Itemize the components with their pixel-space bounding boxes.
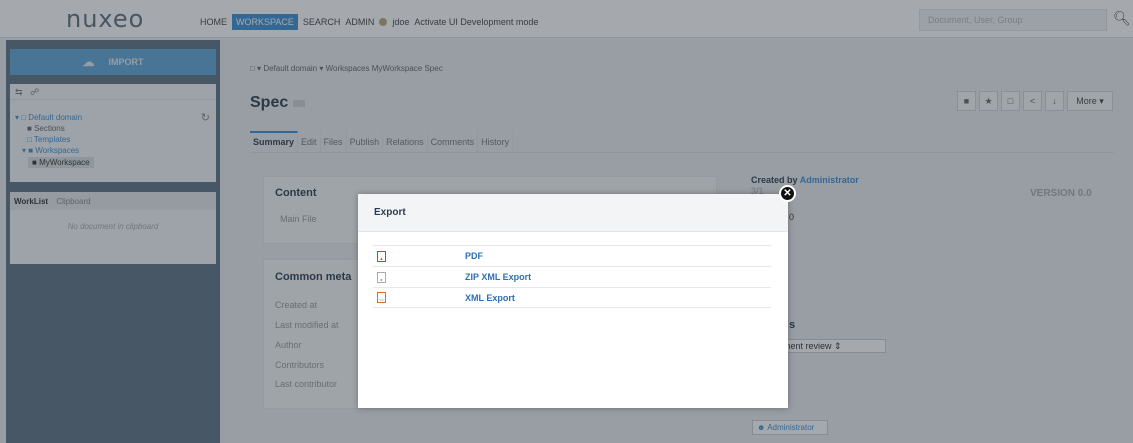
export-xml-link[interactable]: XML Export (465, 293, 515, 303)
export-zip-xml-link[interactable]: ZIP XML Export (465, 272, 531, 282)
xml-file-icon: <> (377, 292, 386, 303)
export-pdf-link[interactable]: PDF (465, 251, 483, 261)
pdf-icon: ▲ (377, 250, 386, 262)
zip-file-icon: ■ (377, 271, 386, 283)
export-row-pdf[interactable]: ▲ PDF (373, 245, 771, 266)
close-icon[interactable]: ✕ (779, 185, 796, 202)
dialog-title: Export (358, 194, 788, 232)
export-row-xml[interactable]: <> XML Export (373, 287, 771, 308)
export-dialog: Export ▲ PDF ■ ZIP XML Export <> XML Exp… (358, 194, 788, 408)
export-row-zip-xml[interactable]: ■ ZIP XML Export (373, 266, 771, 287)
export-list: ▲ PDF ■ ZIP XML Export <> XML Export (373, 245, 771, 308)
